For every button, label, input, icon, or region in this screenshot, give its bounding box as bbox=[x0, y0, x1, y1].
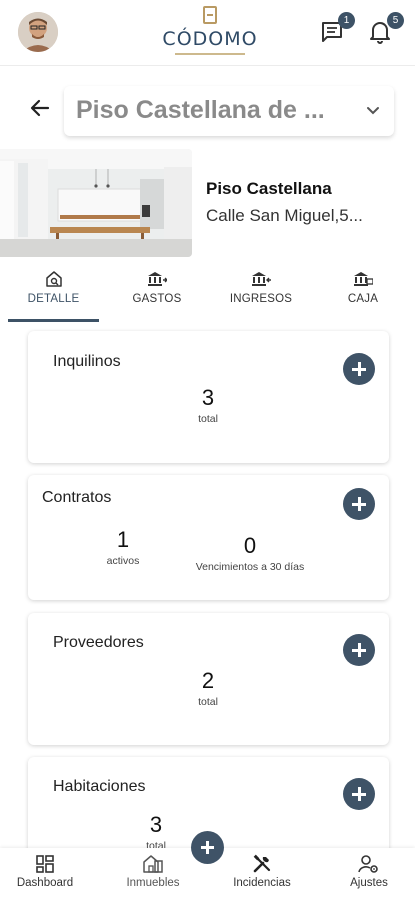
card-proveedores[interactable]: Proveedores 2 total bbox=[28, 613, 389, 745]
nav-incidencias-label: Incidencias bbox=[233, 877, 291, 889]
tab-ingresos[interactable]: INGRESOS bbox=[222, 268, 300, 322]
contratos-activos-value: 1 bbox=[116, 527, 130, 552]
tab-detalle[interactable]: DETALLE bbox=[8, 268, 99, 322]
tools-icon bbox=[253, 854, 271, 873]
tab-caja-label: CAJA bbox=[347, 293, 379, 305]
inquilinos-stat: 3 total bbox=[158, 385, 258, 425]
app-logo: CÓDOMO bbox=[150, 6, 270, 58]
dashboard-icon bbox=[36, 855, 54, 873]
add-proveedor-button[interactable] bbox=[343, 634, 375, 666]
active-tab-indicator bbox=[8, 319, 99, 322]
contratos-vencimientos-stat: 0 Vencimientos a 30 días bbox=[180, 533, 320, 573]
nav-dashboard-label: Dashboard bbox=[16, 877, 74, 889]
chevron-down-icon bbox=[367, 107, 379, 115]
card-contratos-title: Contratos bbox=[42, 489, 112, 506]
kitchen-photo-icon bbox=[0, 149, 192, 257]
proveedores-total-label: total bbox=[198, 696, 218, 708]
inquilinos-total-value: 3 bbox=[201, 385, 215, 410]
contratos-vencimientos-value: 0 bbox=[243, 533, 257, 558]
card-inquilinos-title: Inquilinos bbox=[53, 353, 121, 370]
inquilinos-total-label: total bbox=[198, 413, 218, 425]
habitaciones-total-value: 3 bbox=[149, 812, 163, 837]
arrow-left-icon bbox=[30, 99, 50, 117]
property-selector[interactable]: Piso Castellana de ... bbox=[64, 86, 394, 136]
house-search-icon bbox=[45, 271, 62, 287]
cash-box-icon bbox=[354, 272, 373, 286]
add-contrato-button[interactable] bbox=[343, 488, 375, 520]
add-fab-button[interactable] bbox=[191, 831, 224, 864]
user-photo-icon bbox=[18, 12, 58, 52]
tab-gastos[interactable]: GASTOS bbox=[118, 268, 196, 322]
tab-ingresos-label: INGRESOS bbox=[229, 293, 293, 305]
proveedores-total-value: 2 bbox=[201, 668, 215, 693]
card-habitaciones-title: Habitaciones bbox=[53, 778, 146, 795]
proveedores-stat: 2 total bbox=[158, 668, 258, 708]
section-tabs: DETALLE GASTOS INGRESOS CAJA bbox=[0, 268, 415, 322]
contratos-vencimientos-label: Vencimientos a 30 días bbox=[195, 561, 305, 573]
messages-button[interactable]: 1 bbox=[320, 12, 355, 46]
nav-ajustes[interactable]: Ajustes bbox=[338, 854, 400, 889]
contratos-activos-label: activos bbox=[106, 555, 140, 567]
card-proveedores-title: Proveedores bbox=[53, 634, 144, 651]
tab-detalle-label: DETALLE bbox=[27, 293, 80, 305]
card-inquilinos[interactable]: Inquilinos 3 total bbox=[28, 331, 389, 463]
nav-incidencias[interactable]: Incidencias bbox=[226, 854, 298, 889]
nav-inmuebles[interactable]: Inmuebles bbox=[118, 854, 188, 889]
property-name: Piso Castellana bbox=[206, 179, 332, 198]
bank-in-icon bbox=[252, 272, 271, 286]
top-bar: CÓDOMO 1 5 bbox=[0, 0, 415, 66]
tab-gastos-label: GASTOS bbox=[132, 293, 182, 305]
card-contratos[interactable]: Contratos 1 activos 0 Vencimientos a 30 … bbox=[28, 475, 389, 600]
messages-badge: 1 bbox=[338, 12, 355, 29]
contratos-activos-stat: 1 activos bbox=[88, 527, 158, 567]
notifications-badge: 5 bbox=[387, 12, 404, 29]
add-inquilino-button[interactable] bbox=[343, 353, 375, 385]
logo-mark-icon bbox=[203, 6, 217, 24]
nav-dashboard[interactable]: Dashboard bbox=[10, 854, 80, 889]
tab-caja[interactable]: CAJA bbox=[330, 268, 396, 322]
avatar[interactable] bbox=[18, 12, 58, 52]
add-habitacion-button[interactable] bbox=[343, 778, 375, 810]
bank-out-icon bbox=[148, 272, 167, 286]
notifications-button[interactable]: 5 bbox=[369, 12, 404, 46]
building-icon bbox=[143, 855, 163, 873]
nav-inmuebles-label: Inmuebles bbox=[126, 877, 180, 889]
user-settings-icon bbox=[358, 855, 378, 873]
logo-text: CÓDOMO bbox=[162, 28, 258, 50]
property-address: Calle San Miguel,5... bbox=[206, 206, 363, 225]
property-photo bbox=[0, 149, 192, 257]
logo-underline bbox=[175, 53, 245, 55]
nav-ajustes-label: Ajustes bbox=[350, 877, 388, 889]
back-button[interactable] bbox=[28, 96, 52, 120]
property-selector-value: Piso Castellana de ... bbox=[76, 96, 325, 124]
